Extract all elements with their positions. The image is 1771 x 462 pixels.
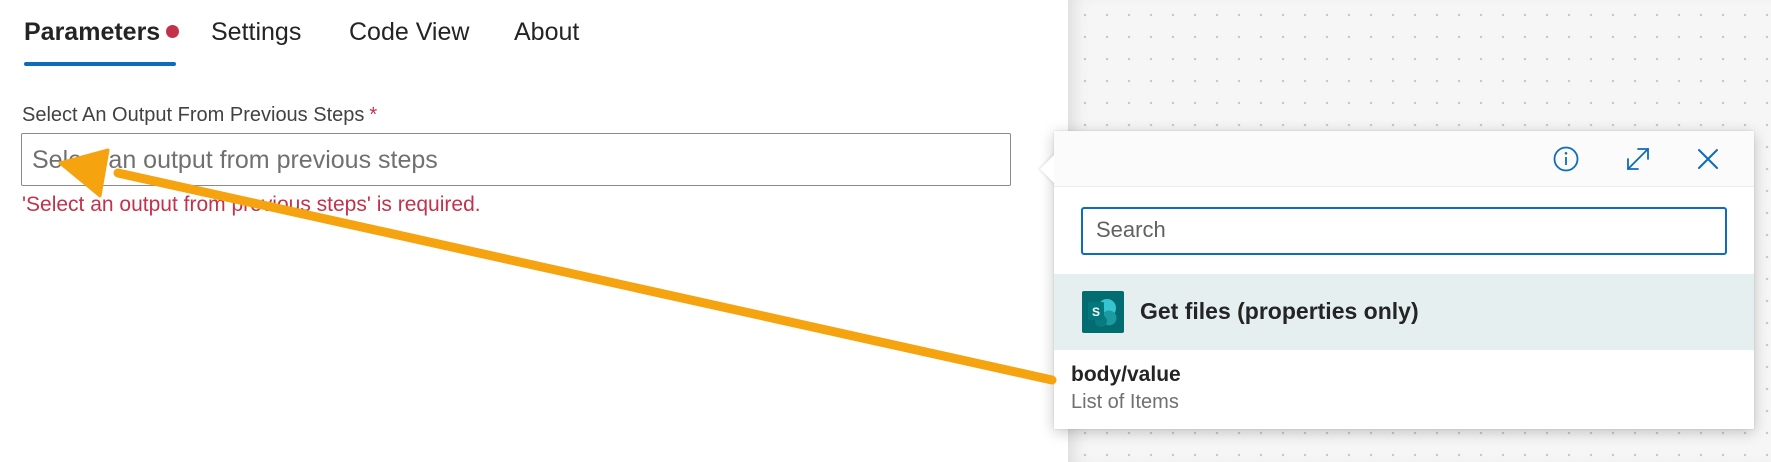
output-input-placeholder: Select an output from previous steps [32, 146, 438, 174]
sharepoint-icon-letter: S [1092, 305, 1100, 319]
tab-parameters-label: Parameters [24, 18, 161, 46]
output-item-description: List of Items [1071, 391, 1179, 413]
list-item-body-value[interactable]: body/value List of Items [1054, 353, 1754, 425]
dynamic-content-popup: S Get files (properties only) body/value… [1040, 131, 1754, 429]
sharepoint-icon: S [1082, 291, 1124, 333]
expand-icon[interactable] [1620, 141, 1656, 177]
required-error-message: 'Select an output from previous steps' i… [22, 193, 481, 216]
tab-about[interactable]: About [514, 18, 579, 66]
tab-settings-label: Settings [211, 18, 302, 46]
tab-code-view[interactable]: Code View [349, 18, 469, 66]
info-icon[interactable] [1548, 141, 1584, 177]
previous-step-output-input[interactable]: Select an output from previous steps [21, 133, 1011, 186]
output-item-title: body/value [1071, 363, 1181, 386]
parameters-panel: Parameters Settings Code View About Sele… [0, 0, 1068, 462]
output-field-label: Select An Output From Previous Steps * [22, 104, 377, 127]
step-group-get-files[interactable]: S Get files (properties only) [1054, 274, 1754, 350]
tab-code-view-label: Code View [349, 18, 470, 46]
active-tab-underline [24, 62, 176, 66]
required-asterisk: * [369, 104, 378, 126]
output-field-label-text: Select An Output From Previous Steps [22, 104, 365, 126]
tab-bar: Parameters Settings Code View About [0, 0, 900, 70]
tab-about-label: About [514, 18, 580, 46]
popup-header [1054, 131, 1754, 187]
step-group-title: Get files (properties only) [1140, 298, 1419, 324]
tab-settings[interactable]: Settings [211, 18, 301, 66]
error-indicator-dot [166, 25, 180, 38]
tab-parameters[interactable]: Parameters [24, 18, 180, 66]
search-input[interactable] [1083, 209, 1729, 251]
search-box[interactable] [1081, 207, 1729, 255]
close-icon[interactable] [1690, 141, 1726, 177]
